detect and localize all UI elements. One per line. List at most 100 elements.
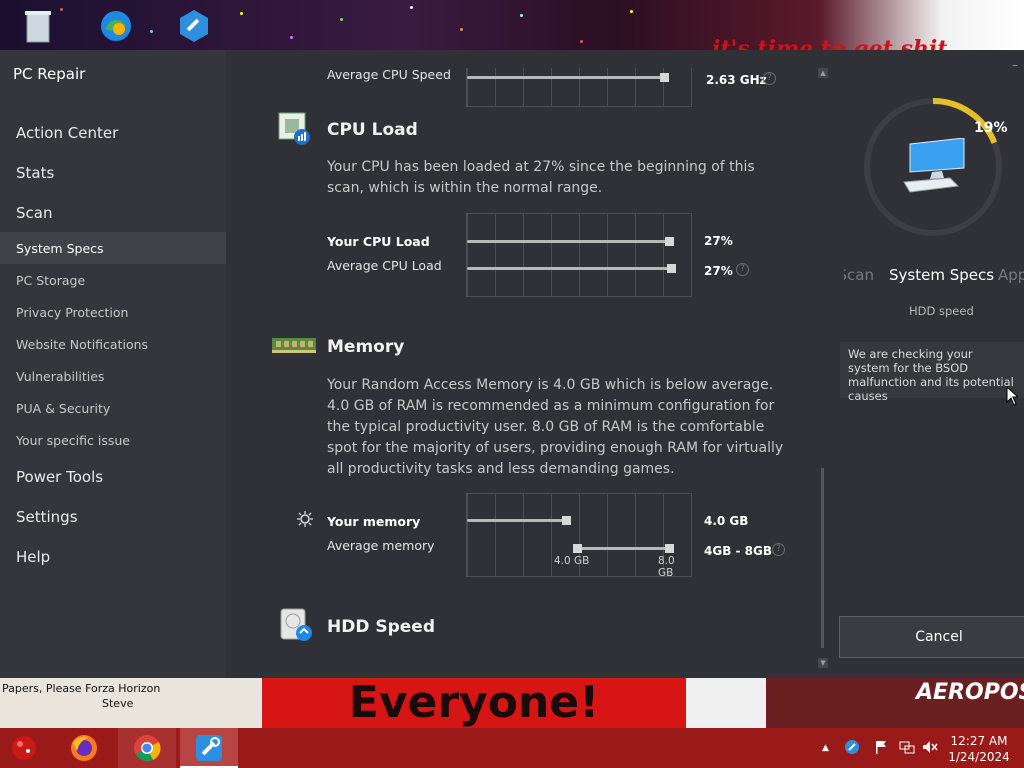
hdd-icon (280, 608, 314, 642)
minimize-icon[interactable]: – (1012, 58, 1018, 72)
help-icon[interactable]: ? (736, 263, 749, 276)
network-icon[interactable] (899, 740, 915, 758)
memory-range-low-label: 4.0 GB (554, 555, 590, 567)
nav-your-specific-issue[interactable]: Your specific issue (16, 433, 130, 448)
avg-cpu-load-value: 27% (704, 264, 733, 278)
scan-info-message: We are checking your system for the BSOD… (840, 342, 1024, 403)
memory-title: Memory (327, 337, 405, 357)
memory-chart: 4.0 GB 8.0 GB (466, 493, 692, 579)
avg-cpu-speed-value: 2.63 GHz (706, 73, 767, 87)
help-icon[interactable]: ? (763, 72, 776, 85)
avg-memory-low-knob (572, 544, 582, 553)
content-scrollbar[interactable]: ▲ ▼ (818, 68, 828, 668)
clock-date: 1/24/2024 (948, 750, 1010, 764)
avg-cpu-load-track (467, 267, 670, 270)
next-step-label: Apps (998, 266, 1024, 284)
nav-system-specs[interactable]: System Specs (16, 241, 104, 256)
cpu-icon (278, 112, 312, 146)
system-clock[interactable]: 12:27 AM 1/24/2024 (948, 733, 1010, 765)
computer-icon (902, 137, 968, 202)
nav-settings[interactable]: Settings (16, 508, 78, 526)
nav-pc-storage[interactable]: PC Storage (16, 273, 85, 288)
nav-stats[interactable]: Stats (16, 164, 54, 182)
scroll-up-arrow-icon[interactable]: ▲ (818, 68, 828, 78)
memory-description: Your Random Access Memory is 4.0 GB whic… (327, 377, 784, 477)
nav-action-center[interactable]: Action Center (16, 124, 118, 142)
nav-pua-security[interactable]: PUA & Security (16, 401, 110, 416)
progress-percent: 19% (974, 120, 1008, 136)
your-cpu-load-label: Your CPU Load (327, 234, 430, 249)
volume-muted-icon[interactable] (922, 740, 938, 758)
hdd-speed-title: HDD Speed (327, 617, 436, 637)
start-orb-icon[interactable] (8, 732, 40, 764)
cpu-load-description: Your CPU has been loaded at 27% since th… (327, 159, 755, 196)
help-icon[interactable]: ? (772, 543, 785, 556)
wallpaper-banner-text: it's time to get shit (712, 36, 948, 50)
nav-scan[interactable]: Scan (16, 204, 52, 222)
your-cpu-load-knob (664, 237, 674, 246)
wallpaper-caption-2: Steve (102, 697, 134, 710)
nav-help[interactable]: Help (16, 548, 50, 566)
lightbulb-icon (296, 510, 314, 528)
scan-details-panel: Average CPU Speed 2.63 GHz ? CPU Load Yo… (226, 50, 830, 678)
your-memory-value: 4.0 GB (704, 514, 749, 528)
taskbar: ▲ 12:27 AM 1/24/2024 (0, 728, 1024, 768)
pc-repair-taskbar-slot[interactable] (180, 728, 238, 768)
bottom-wallpaper: Papers, Please Forza Horizon Steve Every… (0, 678, 1024, 728)
memory-icon (271, 335, 317, 355)
nav-vulnerabilities[interactable]: Vulnerabilities (16, 369, 104, 384)
wallpaper-caption: Papers, Please Forza Horizon (2, 682, 161, 695)
avg-memory-value: 4GB - 8GB (704, 544, 773, 558)
nav-privacy-protection[interactable]: Privacy Protection (16, 305, 128, 320)
tray-pc-repair-icon[interactable] (845, 740, 859, 758)
tray-overflow-icon[interactable]: ▲ (822, 743, 829, 753)
your-cpu-load-value: 27% (704, 234, 733, 248)
your-memory-track (467, 519, 564, 522)
mouse-cursor-icon (1006, 385, 1020, 410)
wallpaper-strip-panel (686, 678, 766, 728)
cancel-button[interactable]: Cancel (839, 616, 1024, 658)
cpu-load-title: CPU Load (327, 120, 418, 140)
your-memory-label: Your memory (327, 514, 421, 529)
cpu-speed-knob (660, 73, 670, 82)
edge-icon[interactable] (96, 6, 136, 46)
scroll-thumb[interactable] (821, 468, 824, 648)
wallpaper-left-panel: Papers, Please Forza Horizon Steve (0, 678, 262, 728)
pc-repair-window: PC Repair Action Center Stats Scan Syste… (0, 50, 1024, 678)
avg-memory-range-track (576, 547, 669, 550)
avg-memory-label: Average memory (327, 538, 435, 553)
wallpaper-right-text: AEROPOS (916, 680, 1024, 705)
prev-step-label: Scan (844, 266, 874, 288)
avg-cpu-load-knob (666, 264, 676, 273)
cpu-speed-track (467, 76, 665, 79)
cpu-load-chart (466, 213, 692, 297)
recycle-bin-icon[interactable] (18, 6, 58, 46)
avg-memory-high-knob (664, 544, 674, 553)
firefox-icon[interactable] (68, 732, 100, 764)
sidebar: PC Repair Action Center Stats Scan Syste… (0, 50, 226, 678)
cpu-speed-chart (466, 68, 692, 107)
memory-range-high-label: 8.0 GB (658, 555, 675, 579)
step-description: HDD speed (909, 304, 974, 318)
chrome-icon[interactable] (131, 732, 163, 764)
desktop-wallpaper: it's time to get shit (0, 0, 1024, 50)
nav-power-tools[interactable]: Power Tools (16, 468, 103, 486)
clock-time: 12:27 AM (950, 734, 1008, 748)
avg-cpu-load-label: Average CPU Load (327, 258, 442, 273)
prev-step-text: Scan (844, 266, 874, 284)
flag-icon[interactable] (874, 740, 888, 758)
nav-website-notifications[interactable]: Website Notifications (16, 337, 148, 352)
wallpaper-center-panel: Everyone! (262, 678, 686, 728)
your-cpu-load-track (467, 240, 667, 243)
scroll-down-arrow-icon[interactable]: ▼ (818, 658, 828, 668)
scan-progress-panel: – 19% Scan System Specs Apps HDD speed W… (830, 50, 1024, 678)
pc-repair-shortcut-icon[interactable] (174, 6, 214, 46)
current-step-label: System Specs (889, 266, 995, 284)
wallpaper-big-text: Everyone! (348, 678, 600, 728)
avg-cpu-speed-label: Average CPU Speed (327, 67, 451, 82)
chrome-taskbar-slot[interactable] (118, 728, 176, 768)
your-memory-knob (561, 516, 571, 525)
app-title: PC Repair (13, 65, 86, 83)
pc-repair-icon[interactable] (193, 732, 225, 764)
wallpaper-right-panel: AEROPOS (766, 678, 1024, 728)
